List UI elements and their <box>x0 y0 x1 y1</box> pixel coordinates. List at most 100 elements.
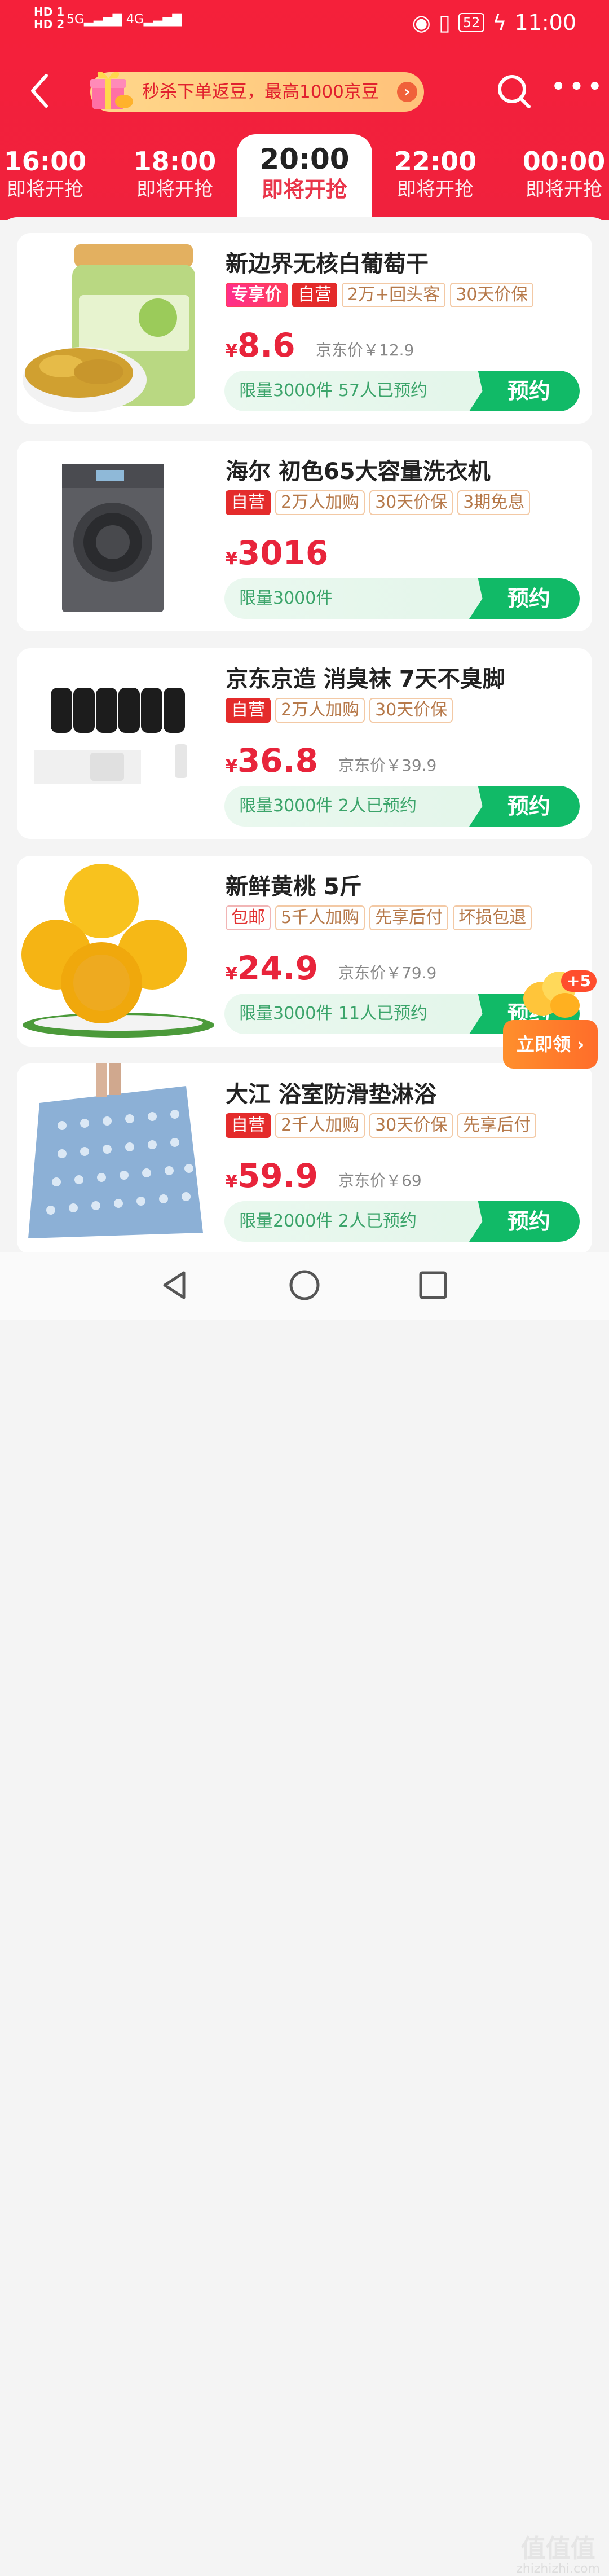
tab-time: 16:00 <box>3 146 87 177</box>
socks-image <box>34 688 187 784</box>
tab-status: 即将开抢 <box>7 178 83 201</box>
gift-box-icon <box>90 71 133 109</box>
sale-price: ¥59.9 <box>226 1157 318 1195</box>
jd-price: 京东价￥69 <box>338 1171 422 1190</box>
claim-reward-widget[interactable]: +5 立即领 › <box>503 965 599 1069</box>
claim-now-label: 立即领 <box>516 1034 571 1055</box>
back-button[interactable] <box>28 71 62 111</box>
promo-banner[interactable]: 秒杀下单返豆，最高1000京豆 › <box>90 71 424 112</box>
more-dots-icon: ••• <box>550 71 605 103</box>
bean-count-badge: +5 <box>561 970 597 992</box>
tag-price-protect: 30天价保 <box>450 283 534 307</box>
tag-list: 自营 2千人加购 30天价保 先享后付 <box>226 1113 537 1138</box>
clock-time: 11:00 <box>514 10 576 35</box>
jd-price: 京东价￥79.9 <box>338 964 437 982</box>
price-value: 3016 <box>237 534 329 572</box>
tag-self-operated: 自营 <box>292 283 337 307</box>
promo-text: 秒杀下单返豆，最高1000京豆 <box>142 82 379 102</box>
limit-text: 限量2000件 2人已预约 <box>239 1211 417 1231</box>
reserve-button[interactable]: 预约 <box>469 786 580 827</box>
sale-price: ¥36.8 <box>226 741 318 780</box>
tab-16-00[interactable]: 16:00 即将开抢 <box>0 146 102 202</box>
limit-text: 限量3000件 2人已预约 <box>239 796 417 816</box>
reserve-button[interactable]: 预约 <box>469 578 580 619</box>
tab-time: 20:00 <box>259 143 350 175</box>
limit-text: 限量3000件 <box>239 588 333 608</box>
tag-cart-count: 2万人加购 <box>275 490 365 515</box>
tag-cart-count: 2万人加购 <box>275 698 365 723</box>
sale-price: ¥8.6 <box>226 326 295 364</box>
tab-00-00[interactable]: 00:00 即将开抢 <box>508 146 609 202</box>
signal-5g: 5G <box>67 12 85 27</box>
tag-pay-later: 先享后付 <box>457 1113 537 1138</box>
tag-pay-later: 先享后付 <box>369 905 449 930</box>
sale-price: ¥3016 <box>226 534 328 572</box>
hd2-label: HD 2 <box>34 17 65 31</box>
tag-free-shipping: 包邮 <box>226 905 271 930</box>
nav-back-button[interactable] <box>159 1268 193 1302</box>
washing-machine-image <box>62 464 164 612</box>
hd1-label: HD 1 <box>34 5 65 19</box>
tag-damage-refund: 坏损包退 <box>453 905 532 930</box>
product-title: 新边界无核白葡萄干 <box>226 251 429 277</box>
product-title: 大江 浴室防滑垫淋浴 <box>226 1082 436 1107</box>
tab-18-00[interactable]: 18:00 即将开抢 <box>118 146 231 202</box>
system-nav-bar: 值值值 zhizhizhi.com <box>0 1252 609 2576</box>
tag-installment: 3期免息 <box>457 490 531 515</box>
tag-cart-count: 5千人加购 <box>275 905 365 930</box>
product-title: 新鲜黄桃 5斤 <box>226 874 362 900</box>
tab-time: 18:00 <box>133 146 217 177</box>
header: HD 1 HD 2 5G▂▃▅▇ 4G▂▃▅▇ ◉ ▯ 52 ϟ 11:00 秒… <box>0 0 609 220</box>
more-options-button[interactable]: ••• <box>550 73 605 100</box>
product-card[interactable]: 京东京造 消臭袜 7天不臭脚 自营 2万人加购 30天价保 ¥36.8 京东价￥… <box>17 648 592 839</box>
tag-self-operated: 自营 <box>226 698 271 723</box>
tag-list: 自营 2万人加购 30天价保 <box>226 698 453 723</box>
signal-bars-icon-2: ▂▃▅▇ <box>143 12 182 27</box>
tab-status: 即将开抢 <box>136 178 213 201</box>
limit-text: 限量3000件 11人已预约 <box>239 1004 428 1023</box>
claim-now-button[interactable]: 立即领 › <box>503 1020 598 1069</box>
watermark-url: zhizhizhi.com <box>516 2562 600 2576</box>
tag-self-operated: 自营 <box>226 490 271 515</box>
price-value: 59.9 <box>237 1157 318 1195</box>
tag-price-protect: 30天价保 <box>369 490 453 515</box>
reserve-bar: 限量3000件 预约 <box>224 578 580 619</box>
price-value: 36.8 <box>237 741 318 780</box>
reserve-button[interactable]: 预约 <box>469 371 580 411</box>
tag-list: 自营 2万人加购 30天价保 3期免息 <box>226 490 531 515</box>
vibrate-icon: ▯ <box>438 10 451 35</box>
tag-cart-count: 2千人加购 <box>275 1113 365 1138</box>
tab-status: 即将开抢 <box>397 178 474 201</box>
product-card[interactable]: 新边界无核白葡萄干 专享价 自营 2万+回头客 30天价保 ¥8.6 京东价￥1… <box>17 233 592 424</box>
status-bar: HD 1 HD 2 5G▂▃▅▇ 4G▂▃▅▇ ◉ ▯ 52 ϟ 11:00 <box>0 0 609 45</box>
tab-22-00[interactable]: 22:00 即将开抢 <box>379 146 492 202</box>
tag-repeat-customers: 2万+回头客 <box>342 283 446 307</box>
watermark-logo: 值值值 <box>520 2534 595 2563</box>
product-card[interactable]: 大江 浴室防滑垫淋浴 自营 2千人加购 30天价保 先享后付 ¥59.9 京东价… <box>17 1063 592 1254</box>
reserve-button[interactable]: 预约 <box>469 1201 580 1242</box>
price-value: 24.9 <box>237 949 318 987</box>
nav-home-button[interactable] <box>288 1268 321 1302</box>
product-card[interactable]: 海尔 初色65大容量洗衣机 自营 2万人加购 30天价保 3期免息 ¥3016 … <box>17 441 592 631</box>
reserve-bar: 限量2000件 2人已预约 预约 <box>224 1201 580 1242</box>
charging-icon: ϟ <box>492 10 507 35</box>
currency-symbol: ¥ <box>226 964 237 984</box>
currency-symbol: ¥ <box>226 549 237 569</box>
tag-list: 包邮 5千人加购 先享后付 坏损包退 <box>226 905 532 930</box>
battery-level: 52 <box>458 13 485 32</box>
product-list: 新边界无核白葡萄干 专享价 自营 2万+回头客 30天价保 ¥8.6 京东价￥1… <box>0 217 609 1254</box>
nav-recents-button[interactable] <box>416 1268 450 1302</box>
search-button[interactable] <box>496 71 532 111</box>
back-arrow-icon <box>31 74 48 108</box>
tag-price-protect: 30天价保 <box>369 698 453 723</box>
chevron-right-icon: › <box>397 82 417 102</box>
reserve-bar: 限量3000件 2人已预约 预约 <box>224 786 580 827</box>
currency-symbol: ¥ <box>226 757 237 776</box>
price-value: 8.6 <box>237 326 295 364</box>
session-tabs: 16:00 即将开抢 18:00 即将开抢 20:00 即将开抢 22:00 即… <box>0 134 609 220</box>
yellow-peach-image <box>21 864 214 1038</box>
tab-20-00[interactable]: 20:00 即将开抢 <box>237 134 372 219</box>
sale-price: ¥24.9 <box>226 949 318 987</box>
tag-list: 专享价 自营 2万+回头客 30天价保 <box>226 283 534 307</box>
watermark: 值值值 zhizhizhi.com <box>516 2535 600 2576</box>
